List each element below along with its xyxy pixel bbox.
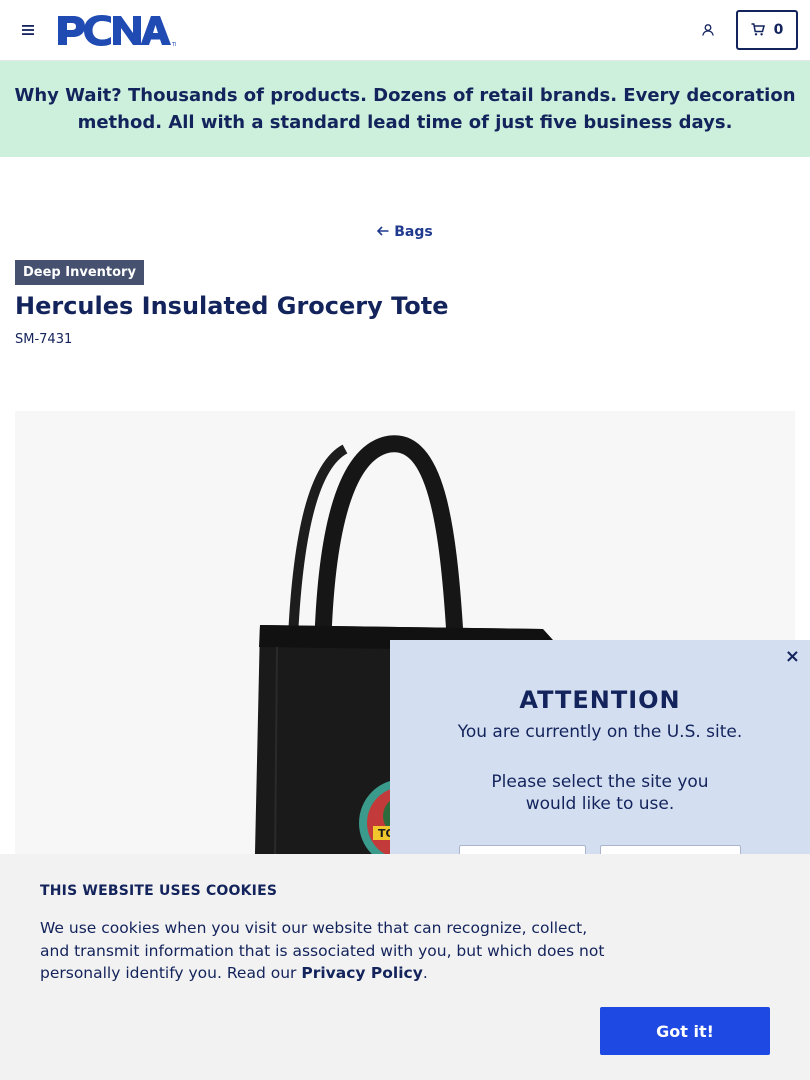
modal-prompt: Please select the site you would like to… [491, 772, 709, 814]
user-account-icon[interactable] [698, 20, 718, 40]
privacy-policy-link[interactable]: Privacy Policy [301, 964, 423, 982]
cookie-message: We use cookies when you visit our websit… [40, 917, 620, 985]
cart-icon [751, 21, 765, 40]
product-sku: SM-7431 [15, 332, 73, 347]
modal-message: You are currently on the U.S. site. [457, 722, 743, 742]
promo-text: Why Wait? Thousands of products. Dozens … [12, 82, 798, 136]
product-title: Hercules Insulated Grocery Tote [15, 292, 449, 320]
arrow-left-icon [377, 224, 389, 240]
cookie-banner: THIS WEBSITE USES COOKIES We use cookies… [0, 854, 810, 1080]
cart-count: 0 [773, 22, 784, 38]
pcna-logo[interactable]: TM [58, 14, 179, 48]
modal-heading: ATTENTION [519, 686, 681, 714]
promo-lead: Why Wait? [14, 85, 122, 106]
promo-body: Thousands of products. Dozens of retail … [77, 85, 796, 133]
promo-banner: Why Wait? Thousands of products. Dozens … [0, 61, 810, 157]
accept-cookies-button[interactable]: Got it! [600, 1007, 770, 1055]
hamburger-menu-icon[interactable] [18, 19, 38, 41]
back-link-label: Bags [394, 224, 433, 240]
close-icon[interactable]: × [785, 647, 800, 667]
cookie-title: THIS WEBSITE USES COOKIES [40, 883, 278, 899]
cart-button[interactable]: 0 [736, 10, 798, 50]
cookie-period: . [422, 964, 428, 982]
site-header: TM 0 [0, 0, 810, 61]
svg-text:TM: TM [171, 42, 176, 48]
inventory-badge: Deep Inventory [15, 260, 144, 285]
back-to-bags-link[interactable]: Bags [377, 224, 433, 240]
breadcrumb: Bags [0, 224, 810, 240]
